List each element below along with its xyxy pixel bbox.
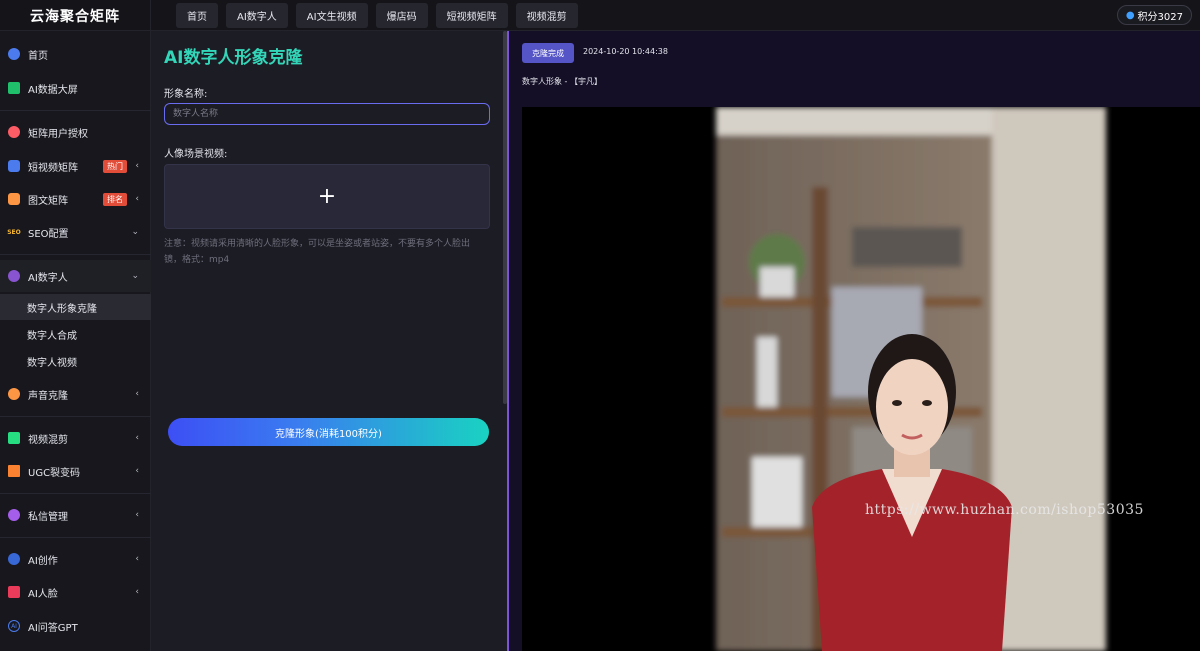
sidebar-item-label: SEO配置 bbox=[28, 228, 69, 240]
brand-logo: 云海聚合矩阵 bbox=[0, 0, 151, 31]
sidebar-item-label: AI人脸 bbox=[28, 588, 58, 600]
sidebar-divider bbox=[0, 416, 151, 417]
sidebar-divider bbox=[0, 493, 151, 494]
chevron-left-icon: ‹ bbox=[135, 161, 139, 171]
upload-notice: 注意：视频请采用清晰的人脸形象，可以是坐姿或者站姿，不要有多个人脸出镜，格式：m… bbox=[164, 239, 471, 265]
sidebar-item-label: 首页 bbox=[28, 50, 48, 62]
sidebar-item-label: AI创作 bbox=[28, 555, 58, 567]
top-nav: 首页 AI数字人 AI文生视频 爆店码 短视频矩阵 视频混剪 bbox=[176, 3, 578, 28]
sidebar-item-label: 短视频矩阵 bbox=[28, 162, 78, 174]
ai-icon: AI bbox=[8, 620, 20, 632]
clone-form-panel: AI数字人形象克隆 形象名称: 人像场景视频: + 注意：视频请采用清晰的人脸形… bbox=[151, 31, 508, 651]
video-upload-area[interactable]: + bbox=[164, 164, 490, 229]
users-icon bbox=[8, 270, 20, 282]
hot-badge: 热门 bbox=[103, 159, 127, 173]
sidebar: 首页 AI数据大屏 矩阵用户授权 短视频矩阵 热门 ‹ 图文矩阵 排名 ‹ SE… bbox=[0, 31, 151, 651]
watermark-text: https://www.huzhan.com/ishop53035 bbox=[865, 502, 1144, 518]
chevron-left-icon: ‹ bbox=[135, 466, 139, 476]
sidebar-item-home[interactable]: 首页 bbox=[0, 38, 151, 70]
avatar-video-frame bbox=[522, 107, 1200, 651]
sidebar-item-label: AI数字人 bbox=[28, 272, 68, 284]
sidebar-item-image-text[interactable]: 图文矩阵 排名 ‹ bbox=[0, 183, 151, 215]
points-balance[interactable]: ● 积分3027 bbox=[1116, 5, 1192, 25]
sidebar-sub-avatar-video[interactable]: 数字人视频 bbox=[0, 348, 151, 374]
points-icon: ● bbox=[1125, 9, 1135, 21]
video-label: 人像场景视频: bbox=[164, 149, 228, 160]
video-icon bbox=[8, 160, 20, 172]
pie-chart-icon bbox=[8, 48, 20, 60]
clone-timestamp: 2024-10-20 10:44:38 bbox=[583, 47, 668, 56]
clapperboard-icon bbox=[8, 432, 20, 444]
sidebar-sub-avatar-compose[interactable]: 数字人合成 bbox=[0, 321, 151, 347]
sidebar-divider bbox=[0, 254, 151, 255]
sidebar-item-label: 图文矩阵 bbox=[28, 195, 68, 207]
topnav-video-mix[interactable]: 视频混剪 bbox=[515, 3, 578, 28]
sidebar-divider bbox=[0, 110, 151, 111]
clone-submit-button[interactable]: 克隆形象(消耗100积分) bbox=[168, 418, 489, 446]
sidebar-item-ai-gpt[interactable]: AI AI问答GPT bbox=[0, 610, 151, 642]
sidebar-divider bbox=[0, 537, 151, 538]
play-icon bbox=[8, 553, 20, 565]
sidebar-item-seo[interactable]: SEO SEO配置 ⌄ bbox=[0, 216, 151, 248]
chevron-left-icon: ‹ bbox=[135, 587, 139, 597]
chat-icon bbox=[8, 509, 20, 521]
topnav-short-video-matrix[interactable]: 短视频矩阵 bbox=[435, 3, 508, 28]
qr-code-icon bbox=[8, 465, 20, 477]
clone-status-button[interactable]: 克隆完成 bbox=[522, 43, 574, 63]
chevron-left-icon: ‹ bbox=[135, 554, 139, 564]
points-label: 积分3027 bbox=[1137, 11, 1183, 23]
sidebar-item-video-mix[interactable]: 视频混剪 ‹ bbox=[0, 422, 151, 454]
microphone-icon bbox=[8, 388, 20, 400]
image-icon bbox=[8, 586, 20, 598]
sidebar-item-label: 声音克隆 bbox=[28, 390, 68, 402]
sidebar-item-user-auth[interactable]: 矩阵用户授权 bbox=[0, 116, 151, 148]
avatar-name-input[interactable] bbox=[164, 103, 490, 125]
plus-icon: + bbox=[317, 184, 337, 209]
line-chart-icon bbox=[8, 82, 20, 94]
sidebar-sub-avatar-clone[interactable]: 数字人形象克隆 bbox=[0, 294, 151, 320]
topnav-ai-text-to-video[interactable]: AI文生视频 bbox=[295, 3, 368, 28]
chevron-left-icon: ‹ bbox=[135, 433, 139, 443]
result-panel: 克隆完成 2024-10-20 10:44:38 数字人形象 - 【宇凡】 ht… bbox=[509, 31, 1200, 651]
chevron-left-icon: ‹ bbox=[135, 389, 139, 399]
sidebar-item-label: AI数据大屏 bbox=[28, 84, 78, 96]
sidebar-item-label: 私信管理 bbox=[28, 511, 68, 523]
sidebar-item-voice-clone[interactable]: 声音克隆 ‹ bbox=[0, 378, 151, 410]
app-root: 云海聚合矩阵 首页 AI数字人 AI文生视频 爆店码 短视频矩阵 视频混剪 ● … bbox=[0, 0, 1200, 651]
chevron-down-icon: ⌄ bbox=[131, 227, 139, 237]
user-auth-icon bbox=[8, 126, 20, 138]
grid-icon bbox=[8, 193, 20, 205]
name-label: 形象名称: bbox=[164, 89, 208, 100]
topnav-ai-digital-human[interactable]: AI数字人 bbox=[226, 3, 288, 28]
avatar-video-player[interactable]: https://www.huzhan.com/ishop53035 bbox=[522, 107, 1200, 651]
chevron-left-icon: ‹ bbox=[135, 510, 139, 520]
topnav-home[interactable]: 首页 bbox=[176, 3, 218, 28]
sidebar-item-ugc-code[interactable]: UGC裂变码 ‹ bbox=[0, 455, 151, 487]
sidebar-item-label: 矩阵用户授权 bbox=[28, 128, 88, 140]
sidebar-item-ai-digital-human[interactable]: AI数字人 ⌄ bbox=[0, 260, 151, 292]
seo-icon: SEO bbox=[7, 228, 21, 236]
chevron-down-icon: ⌄ bbox=[131, 271, 139, 281]
rank-badge: 排名 bbox=[103, 192, 127, 206]
sidebar-item-label: AI问答GPT bbox=[28, 622, 78, 634]
sidebar-item-label: UGC裂变码 bbox=[28, 467, 81, 479]
sidebar-item-ai-create[interactable]: AI创作 ‹ bbox=[0, 543, 151, 575]
chevron-left-icon: ‹ bbox=[135, 194, 139, 204]
sidebar-item-ai-face[interactable]: AI人脸 ‹ bbox=[0, 576, 151, 608]
topnav-store-code[interactable]: 爆店码 bbox=[375, 3, 428, 28]
page-title: AI数字人形象克隆 bbox=[164, 48, 303, 68]
top-bar: 云海聚合矩阵 首页 AI数字人 AI文生视频 爆店码 短视频矩阵 视频混剪 ● … bbox=[0, 0, 1200, 31]
sidebar-item-label: 视频混剪 bbox=[28, 434, 68, 446]
sidebar-item-messages[interactable]: 私信管理 ‹ bbox=[0, 499, 151, 531]
avatar-name-label: 数字人形象 - 【宇凡】 bbox=[522, 77, 602, 86]
sidebar-item-short-video[interactable]: 短视频矩阵 热门 ‹ bbox=[0, 150, 151, 182]
sidebar-item-ai-dashboard[interactable]: AI数据大屏 bbox=[0, 72, 151, 104]
